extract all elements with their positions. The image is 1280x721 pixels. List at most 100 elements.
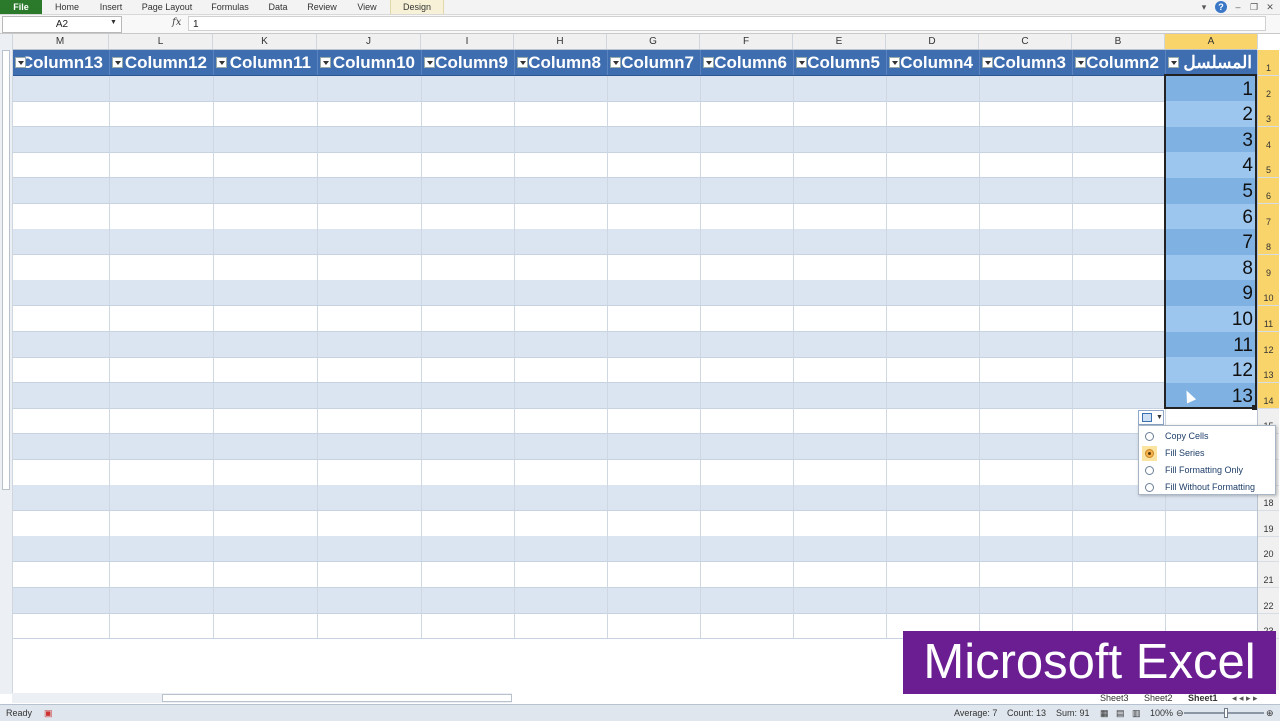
- table-header-cell[interactable]: Column13: [12, 50, 109, 76]
- table-row[interactable]: 5: [12, 178, 1257, 204]
- help-icon[interactable]: ?: [1215, 1, 1227, 13]
- option-fill-formatting-only[interactable]: Fill Formatting Only: [1139, 462, 1275, 479]
- column-header[interactable]: D: [886, 34, 979, 49]
- table-row[interactable]: 9: [12, 280, 1257, 306]
- view-normal-icon[interactable]: ▦: [1100, 705, 1109, 721]
- window-restore-icon[interactable]: ❐: [1248, 1, 1260, 13]
- table-header-cell[interactable]: Column12: [109, 50, 213, 76]
- tab-home[interactable]: Home: [50, 0, 84, 14]
- serial-cell[interactable]: 12: [1165, 357, 1257, 383]
- table-header-cell[interactable]: Column2: [1072, 50, 1165, 76]
- tab-review[interactable]: Review: [302, 0, 342, 14]
- column-header[interactable]: I: [421, 34, 514, 49]
- serial-cell[interactable]: 8: [1165, 255, 1257, 281]
- name-box[interactable]: A2: [2, 16, 122, 33]
- filter-dropdown-icon[interactable]: [982, 57, 993, 68]
- serial-cell[interactable]: 7: [1165, 229, 1257, 255]
- table-row[interactable]: [12, 536, 1257, 562]
- table-row[interactable]: [12, 588, 1257, 614]
- filter-dropdown-icon[interactable]: [1075, 57, 1086, 68]
- table-row[interactable]: [12, 562, 1257, 588]
- tab-insert[interactable]: Insert: [94, 0, 128, 14]
- table-header-cell[interactable]: المسلسل: [1165, 50, 1257, 76]
- table-row[interactable]: 4: [12, 152, 1257, 178]
- serial-cell[interactable]: 1: [1165, 76, 1257, 102]
- option-fill-series[interactable]: Fill Series: [1139, 445, 1275, 462]
- table-header-cell[interactable]: Column9: [421, 50, 514, 76]
- row-header[interactable]: 20: [1258, 536, 1279, 562]
- chevron-down-icon[interactable]: ▼: [110, 19, 117, 26]
- table-row[interactable]: 1: [12, 76, 1257, 102]
- macro-record-icon[interactable]: ▣: [44, 705, 53, 721]
- column-header[interactable]: B: [1072, 34, 1165, 49]
- tab-data[interactable]: Data: [264, 0, 292, 14]
- horizontal-scrollbar[interactable]: [12, 693, 512, 703]
- table-row[interactable]: [12, 511, 1257, 537]
- filter-dropdown-icon[interactable]: [517, 57, 528, 68]
- serial-cell[interactable]: 11: [1165, 332, 1257, 358]
- row-header[interactable]: 8: [1258, 229, 1279, 255]
- row-header[interactable]: 2: [1258, 76, 1279, 102]
- filter-dropdown-icon[interactable]: [320, 57, 331, 68]
- table-header-cell[interactable]: Column11: [213, 50, 317, 76]
- table-row[interactable]: [12, 408, 1257, 434]
- option-fill-without-formatting[interactable]: Fill Without Formatting: [1139, 479, 1275, 496]
- window-minimize-icon[interactable]: –: [1232, 1, 1244, 13]
- view-page-break-icon[interactable]: ▥: [1132, 705, 1141, 721]
- filter-dropdown-icon[interactable]: [796, 57, 807, 68]
- table-header-cell[interactable]: Column5: [793, 50, 886, 76]
- row-header[interactable]: 14: [1258, 383, 1279, 409]
- serial-cell[interactable]: 3: [1165, 127, 1257, 153]
- serial-cell[interactable]: 13: [1165, 383, 1257, 409]
- table-row[interactable]: 11: [12, 332, 1257, 358]
- row-header[interactable]: 9: [1258, 255, 1279, 281]
- table-header-cell[interactable]: Column8: [514, 50, 607, 76]
- row-header[interactable]: 12: [1258, 332, 1279, 358]
- table-row[interactable]: 8: [12, 255, 1257, 281]
- insert-function-icon[interactable]: fx: [172, 17, 181, 28]
- table-header-cell[interactable]: Column3: [979, 50, 1072, 76]
- option-copy-cells[interactable]: Copy Cells: [1139, 428, 1275, 445]
- formula-input[interactable]: 1: [188, 16, 1266, 31]
- row-header[interactable]: 5: [1258, 152, 1279, 178]
- filter-dropdown-icon[interactable]: [216, 57, 227, 68]
- column-header[interactable]: F: [700, 34, 793, 49]
- column-header[interactable]: G: [607, 34, 700, 49]
- view-page-layout-icon[interactable]: ▤: [1116, 705, 1125, 721]
- window-close-icon[interactable]: ✕: [1264, 1, 1276, 13]
- column-header[interactable]: H: [514, 34, 607, 49]
- table-header-cell[interactable]: Column7: [607, 50, 700, 76]
- row-header[interactable]: 1: [1258, 50, 1279, 76]
- filter-dropdown-icon[interactable]: [424, 57, 435, 68]
- serial-cell[interactable]: 4: [1165, 152, 1257, 178]
- tab-view[interactable]: View: [352, 0, 382, 14]
- filter-dropdown-icon[interactable]: [15, 57, 26, 68]
- row-header[interactable]: 4: [1258, 127, 1279, 153]
- column-header[interactable]: A: [1165, 34, 1258, 49]
- row-header[interactable]: 13: [1258, 357, 1279, 383]
- serial-cell[interactable]: 6: [1165, 204, 1257, 230]
- tab-design[interactable]: Design: [390, 0, 444, 14]
- fill-handle[interactable]: [1252, 405, 1257, 410]
- table-row[interactable]: 2: [12, 101, 1257, 127]
- table-row[interactable]: [12, 485, 1257, 511]
- vertical-scrollbar[interactable]: [0, 34, 13, 694]
- column-header[interactable]: K: [213, 34, 317, 49]
- row-header[interactable]: 22: [1258, 588, 1279, 614]
- autofill-options-button[interactable]: ▼: [1138, 410, 1164, 425]
- row-header[interactable]: 6: [1258, 178, 1279, 204]
- table-header-cell[interactable]: Column6: [700, 50, 793, 76]
- tab-formulas[interactable]: Formulas: [206, 0, 254, 14]
- serial-cell[interactable]: 2: [1165, 101, 1257, 127]
- serial-cell[interactable]: 10: [1165, 306, 1257, 332]
- serial-cell[interactable]: 5: [1165, 178, 1257, 204]
- table-row[interactable]: 6: [12, 204, 1257, 230]
- filter-dropdown-icon[interactable]: [1168, 57, 1179, 68]
- column-header[interactable]: E: [793, 34, 886, 49]
- row-header[interactable]: 21: [1258, 562, 1279, 588]
- table-row[interactable]: 13: [12, 383, 1257, 409]
- column-header[interactable]: J: [317, 34, 421, 49]
- table-row[interactable]: 12: [12, 357, 1257, 383]
- column-header[interactable]: C: [979, 34, 1072, 49]
- column-header[interactable]: M: [12, 34, 109, 49]
